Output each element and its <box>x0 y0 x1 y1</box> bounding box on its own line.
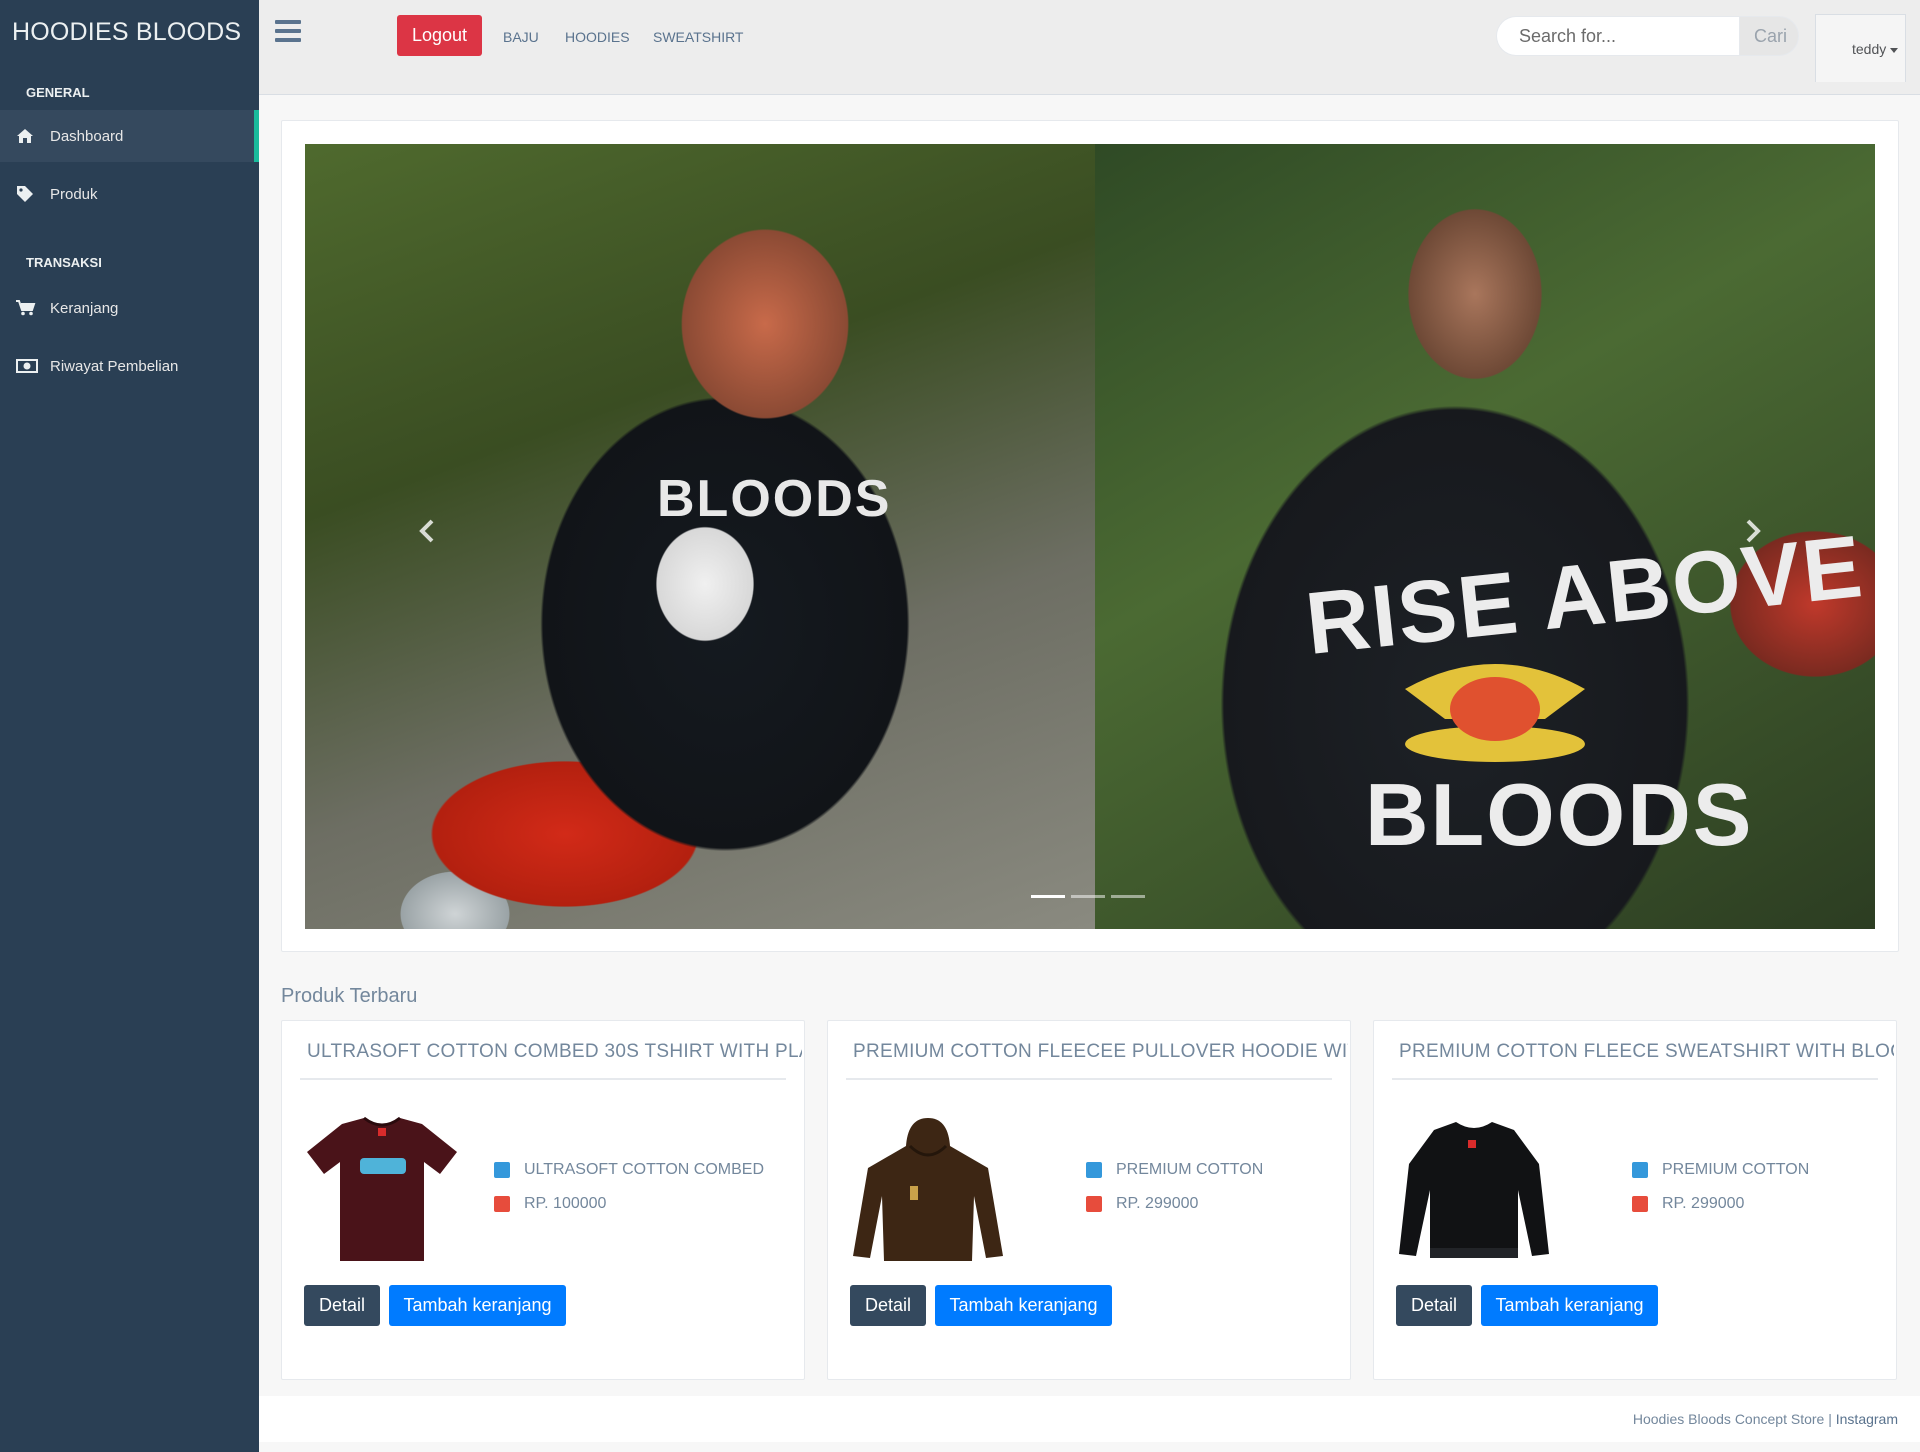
divider <box>846 1078 1332 1080</box>
carousel-indicator-3[interactable] <box>1111 895 1145 898</box>
product-material: ULTRASOFT COTTON COMBED <box>524 1161 765 1178</box>
money-icon <box>16 359 50 373</box>
product-legend: ULTRASOFT COTTON COMBED RP. 100000 <box>494 1161 764 1213</box>
product-title: ULTRASOFT COTTON COMBED 30S TSHIRT WITH … <box>307 1041 802 1062</box>
image-carousel: BLOODS RISE ABOVE BLOODS <box>305 144 1875 929</box>
legend-red-square <box>1086 1196 1102 1212</box>
product-price: RP. 299000 <box>1662 1195 1745 1212</box>
carousel-indicator-2[interactable] <box>1071 895 1105 898</box>
product-material: PREMIUM COTTON <box>1662 1161 1810 1178</box>
detail-button[interactable]: Detail <box>304 1285 380 1326</box>
top-navbar: Logout BAJU HOODIES SWEATSHIRT Cari tedd… <box>259 0 1920 95</box>
instagram-link[interactable]: Instagram <box>1836 1411 1898 1427</box>
mascot-graphic <box>1405 664 1585 762</box>
nav-link-baju[interactable]: BAJU <box>503 29 539 45</box>
divider <box>300 1078 786 1080</box>
footer-text: Hoodies Bloods Concept Store | <box>1632 1411 1836 1427</box>
add-to-cart-button[interactable]: Tambah keranjang <box>1481 1285 1658 1326</box>
sidebar-item-label: Keranjang <box>50 299 119 317</box>
carousel-indicators <box>1031 895 1145 898</box>
section-title-products: Produk Terbaru <box>281 985 418 1007</box>
add-to-cart-button[interactable]: Tambah keranjang <box>935 1285 1112 1326</box>
product-image-brown-hoodie <box>853 1118 1003 1261</box>
sidebar: HOODIES BLOODS GENERAL Dashboard Produk … <box>0 0 259 1452</box>
detail-button[interactable]: Detail <box>1396 1285 1472 1326</box>
search-group: Cari <box>1496 16 1802 56</box>
sidebar-item-keranjang[interactable]: Keranjang <box>0 282 259 334</box>
shirt-print-back-bottom: BLOODS <box>1365 765 1754 864</box>
legend-red-square <box>494 1196 510 1212</box>
nav-link-hoodies[interactable]: HOODIES <box>565 29 630 45</box>
cart-icon <box>16 300 50 316</box>
menu-section-transaksi: TRANSAKSI <box>26 255 102 270</box>
product-price: RP. 100000 <box>524 1195 607 1212</box>
sidebar-item-label: Riwayat Pembelian <box>50 357 179 375</box>
product-material: PREMIUM COTTON <box>1116 1161 1264 1178</box>
product-card: PREMIUM COTTON FLEECEE PULLOVER HOODIE W… <box>827 1020 1351 1380</box>
shirt-print-front: BLOODS <box>657 470 892 528</box>
sidebar-item-dashboard[interactable]: Dashboard <box>0 110 259 162</box>
footer-text-wrap: Hoodies Bloods Concept Store | Instagram <box>1633 1411 1898 1427</box>
carousel-prev-icon[interactable] <box>407 511 447 551</box>
divider <box>1392 1078 1878 1080</box>
user-dropdown[interactable]: teddy <box>1815 14 1906 82</box>
sidebar-item-label: Dashboard <box>50 127 124 145</box>
product-title: PREMIUM COTTON FLEECE SWEATSHIRT WITH BL… <box>1399 1041 1894 1062</box>
product-title: PREMIUM COTTON FLEECEE PULLOVER HOODIE W… <box>853 1041 1348 1062</box>
tag-icon <box>16 185 50 203</box>
sidebar-item-produk[interactable]: Produk <box>0 168 259 220</box>
carousel-next-icon[interactable] <box>1733 511 1773 551</box>
home-icon <box>16 128 50 144</box>
menu-toggle-icon[interactable] <box>275 20 301 42</box>
logout-button[interactable]: Logout <box>397 15 482 56</box>
legend-blue-square <box>1086 1162 1102 1178</box>
nav-link-sweatshirt[interactable]: SWEATSHIRT <box>653 29 744 45</box>
add-to-cart-button[interactable]: Tambah keranjang <box>389 1285 566 1326</box>
detail-button[interactable]: Detail <box>850 1285 926 1326</box>
search-input[interactable] <box>1496 16 1739 56</box>
sidebar-item-riwayat-pembelian[interactable]: Riwayat Pembelian <box>0 340 259 392</box>
legend-blue-square <box>494 1162 510 1178</box>
legend-blue-square <box>1632 1162 1648 1178</box>
product-card: ULTRASOFT COTTON COMBED 30S TSHIRT WITH … <box>281 1020 805 1380</box>
brand-title[interactable]: HOODIES BLOODS <box>0 0 259 68</box>
product-price: RP. 299000 <box>1116 1195 1199 1212</box>
main-content: Logout BAJU HOODIES SWEATSHIRT Cari tedd… <box>259 0 1920 1452</box>
search-button[interactable]: Cari <box>1739 16 1799 56</box>
product-legend: PREMIUM COTTON RP. 299000 <box>1632 1161 1809 1213</box>
legend-red-square <box>1632 1196 1648 1212</box>
sidebar-item-label: Produk <box>50 185 98 203</box>
caret-down-icon <box>1890 47 1899 53</box>
carousel-indicator-1[interactable] <box>1031 895 1065 898</box>
product-legend: PREMIUM COTTON RP. 299000 <box>1086 1161 1263 1213</box>
product-card: PREMIUM COTTON FLEECE SWEATSHIRT WITH BL… <box>1373 1020 1897 1380</box>
product-image-maroon-tshirt <box>307 1116 457 1261</box>
footer: Hoodies Bloods Concept Store | Instagram <box>259 1396 1920 1442</box>
product-image-black-sweatshirt <box>1399 1122 1549 1258</box>
user-name: teddy <box>1852 41 1887 57</box>
carousel-panel: BLOODS RISE ABOVE BLOODS <box>281 120 1899 952</box>
menu-section-general: GENERAL <box>26 85 90 100</box>
